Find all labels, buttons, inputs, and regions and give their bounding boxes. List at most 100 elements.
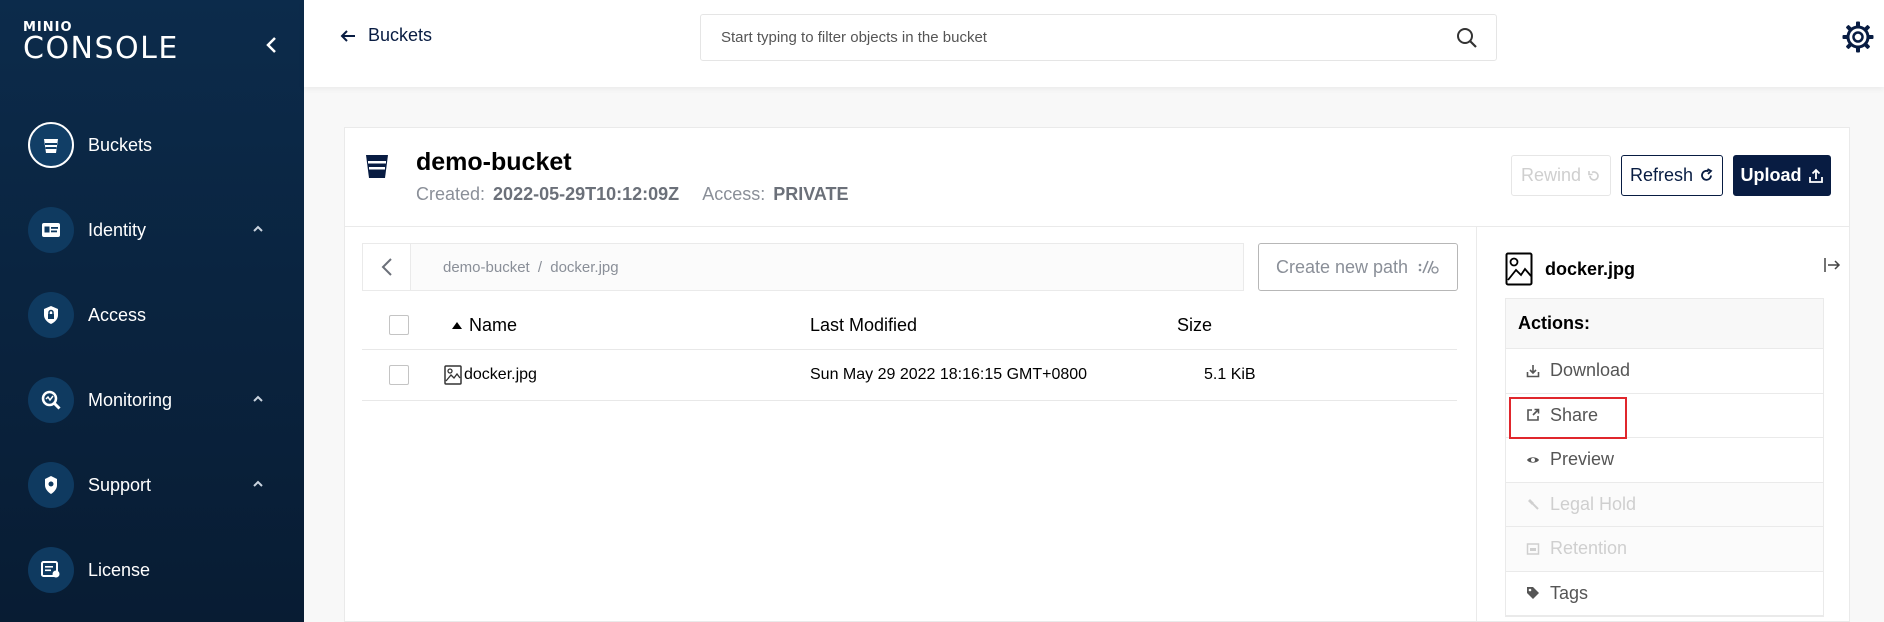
row-checkbox[interactable] <box>389 365 409 385</box>
tag-icon <box>1527 587 1539 600</box>
object-details-panel: docker.jpg Actions: Download Share Previ… <box>1476 227 1849 622</box>
sidebar-item-label: Identity <box>88 219 147 240</box>
close-details-button[interactable] <box>1823 257 1841 278</box>
gear-icon <box>1842 21 1874 53</box>
support-icon <box>28 462 74 508</box>
breadcrumb-bucket-link[interactable]: demo-bucket <box>443 259 530 276</box>
refresh-icon <box>1701 168 1713 181</box>
sidebar-item-label: License <box>88 559 151 580</box>
bucket-meta: Created: 2022-05-29T10:12:09Z Access: PRIV… <box>416 184 849 205</box>
bucket-icon <box>366 155 388 178</box>
retention-action[interactable]: Retention <box>1506 527 1823 572</box>
details-title: docker.jpg <box>1505 252 1635 286</box>
sidebar-item-monitoring[interactable]: Monitoring <box>28 376 278 424</box>
breadcrumb-back-button[interactable] <box>363 244 411 290</box>
action-label: Download <box>1550 360 1631 381</box>
sidebar-item-label: Monitoring <box>88 389 173 410</box>
new-path-icon <box>1418 260 1439 274</box>
collapse-sidebar-button[interactable] <box>262 34 282 56</box>
bucket-name: demo-bucket <box>416 148 572 176</box>
action-label: Legal Hold <box>1550 493 1637 514</box>
top-bar: Buckets <box>304 0 1884 87</box>
refresh-label: Refresh <box>1629 165 1694 185</box>
file-last-modified: Sun May 29 2022 18:16:15 GMT+0800 <box>810 366 1088 383</box>
actions-heading: Actions: <box>1506 299 1823 349</box>
sidebar-item-access[interactable]: Access <box>28 291 278 339</box>
sidebar-item-identity[interactable]: Identity <box>28 206 278 254</box>
chevron-up-icon <box>253 225 263 232</box>
created-label: Created: <box>416 184 486 204</box>
file-size: 5.1 KiB <box>1204 366 1256 383</box>
sidebar-item-support[interactable]: Support <box>28 461 278 509</box>
rewind-label: Rewind <box>1520 165 1582 185</box>
lock-shield-icon <box>28 292 74 338</box>
sidebar-item-label: Buckets <box>88 134 153 155</box>
created-value: 2022-05-29T10:12:09Z <box>493 184 680 204</box>
rewind-button[interactable]: Rewind <box>1511 155 1611 196</box>
upload-button[interactable]: Upload <box>1733 155 1831 196</box>
arrow-left-icon <box>340 29 355 42</box>
logo-product: CONSOLE <box>23 31 179 66</box>
share-icon <box>1527 408 1540 422</box>
sidebar-item-license[interactable]: License <box>28 546 278 594</box>
chevron-left-icon <box>381 258 392 276</box>
chevron-up-icon <box>253 480 263 487</box>
logo: MINIO CONSOLE <box>23 20 179 64</box>
preview-action[interactable]: Preview <box>1506 438 1823 483</box>
image-file-icon <box>444 365 462 385</box>
upload-icon <box>1808 168 1823 183</box>
breadcrumb-object: docker.jpg <box>550 259 619 276</box>
monitoring-search-icon <box>28 377 74 423</box>
settings-button[interactable] <box>1841 20 1875 59</box>
action-label: Tags <box>1550 582 1589 603</box>
action-label: Share <box>1550 404 1599 425</box>
sidebar-item-label: Access <box>88 304 147 325</box>
back-to-buckets-link[interactable]: Buckets <box>340 25 432 46</box>
file-name: docker.jpg <box>464 366 537 383</box>
download-icon <box>1526 364 1540 378</box>
id-card-icon <box>28 207 74 253</box>
breadcrumb-separator: / <box>537 259 543 276</box>
image-file-icon <box>1505 252 1533 286</box>
search-icon[interactable] <box>1456 27 1478 49</box>
object-search-input[interactable] <box>701 15 1441 60</box>
access-value: PRIVATE <box>773 184 849 204</box>
table-row[interactable]: docker.jpg Sun May 29 2022 18:16:15 GMT+… <box>362 350 1457 401</box>
action-label: Retention <box>1550 538 1628 559</box>
bucket-icon <box>28 122 74 168</box>
gavel-icon <box>1528 499 1539 510</box>
create-new-path-label: Create new path <box>1275 256 1409 277</box>
chevron-up-icon <box>253 395 263 402</box>
select-all-checkbox[interactable] <box>389 315 409 335</box>
column-header-size[interactable]: Size <box>1177 315 1212 336</box>
collapse-panel-icon <box>1824 258 1841 272</box>
back-link-label: Buckets <box>368 25 433 45</box>
legal-hold-action[interactable]: Legal Hold <box>1506 482 1823 527</box>
details-filename: docker.jpg <box>1545 258 1636 279</box>
actions-list: Actions: Download Share Preview Legal Ho… <box>1505 298 1824 617</box>
action-label: Preview <box>1550 449 1615 470</box>
breadcrumb-path: demo-bucket / docker.jpg <box>443 259 619 276</box>
bucket-header: demo-bucket Created: 2022-05-29T10:12:09Z… <box>345 128 1849 227</box>
rewind-icon <box>1588 170 1599 181</box>
access-label: Access: <box>702 184 766 204</box>
eye-icon <box>1527 457 1539 463</box>
create-new-path-button[interactable]: Create new path <box>1258 243 1458 291</box>
download-action[interactable]: Download <box>1506 349 1823 394</box>
object-search-box <box>700 14 1497 61</box>
breadcrumb: demo-bucket / docker.jpg <box>362 243 1244 291</box>
chevron-left-icon <box>266 37 276 53</box>
refresh-button[interactable]: Refresh <box>1621 155 1723 196</box>
share-action[interactable]: Share <box>1506 394 1823 438</box>
tags-action[interactable]: Tags <box>1506 572 1823 616</box>
bucket-card: demo-bucket Created: 2022-05-29T10:12:09Z… <box>344 127 1850 622</box>
sidebar-item-buckets[interactable]: Buckets <box>28 121 278 169</box>
sidebar-item-label: Support <box>88 474 152 495</box>
license-icon <box>28 547 74 593</box>
table-header: Name Last Modified Size <box>362 300 1457 350</box>
upload-label: Upload <box>1740 165 1802 185</box>
column-header-name[interactable]: Name <box>469 315 517 336</box>
sort-ascending-icon[interactable] <box>451 320 463 330</box>
retention-icon <box>1526 543 1540 555</box>
column-header-last-modified[interactable]: Last Modified <box>810 315 917 336</box>
